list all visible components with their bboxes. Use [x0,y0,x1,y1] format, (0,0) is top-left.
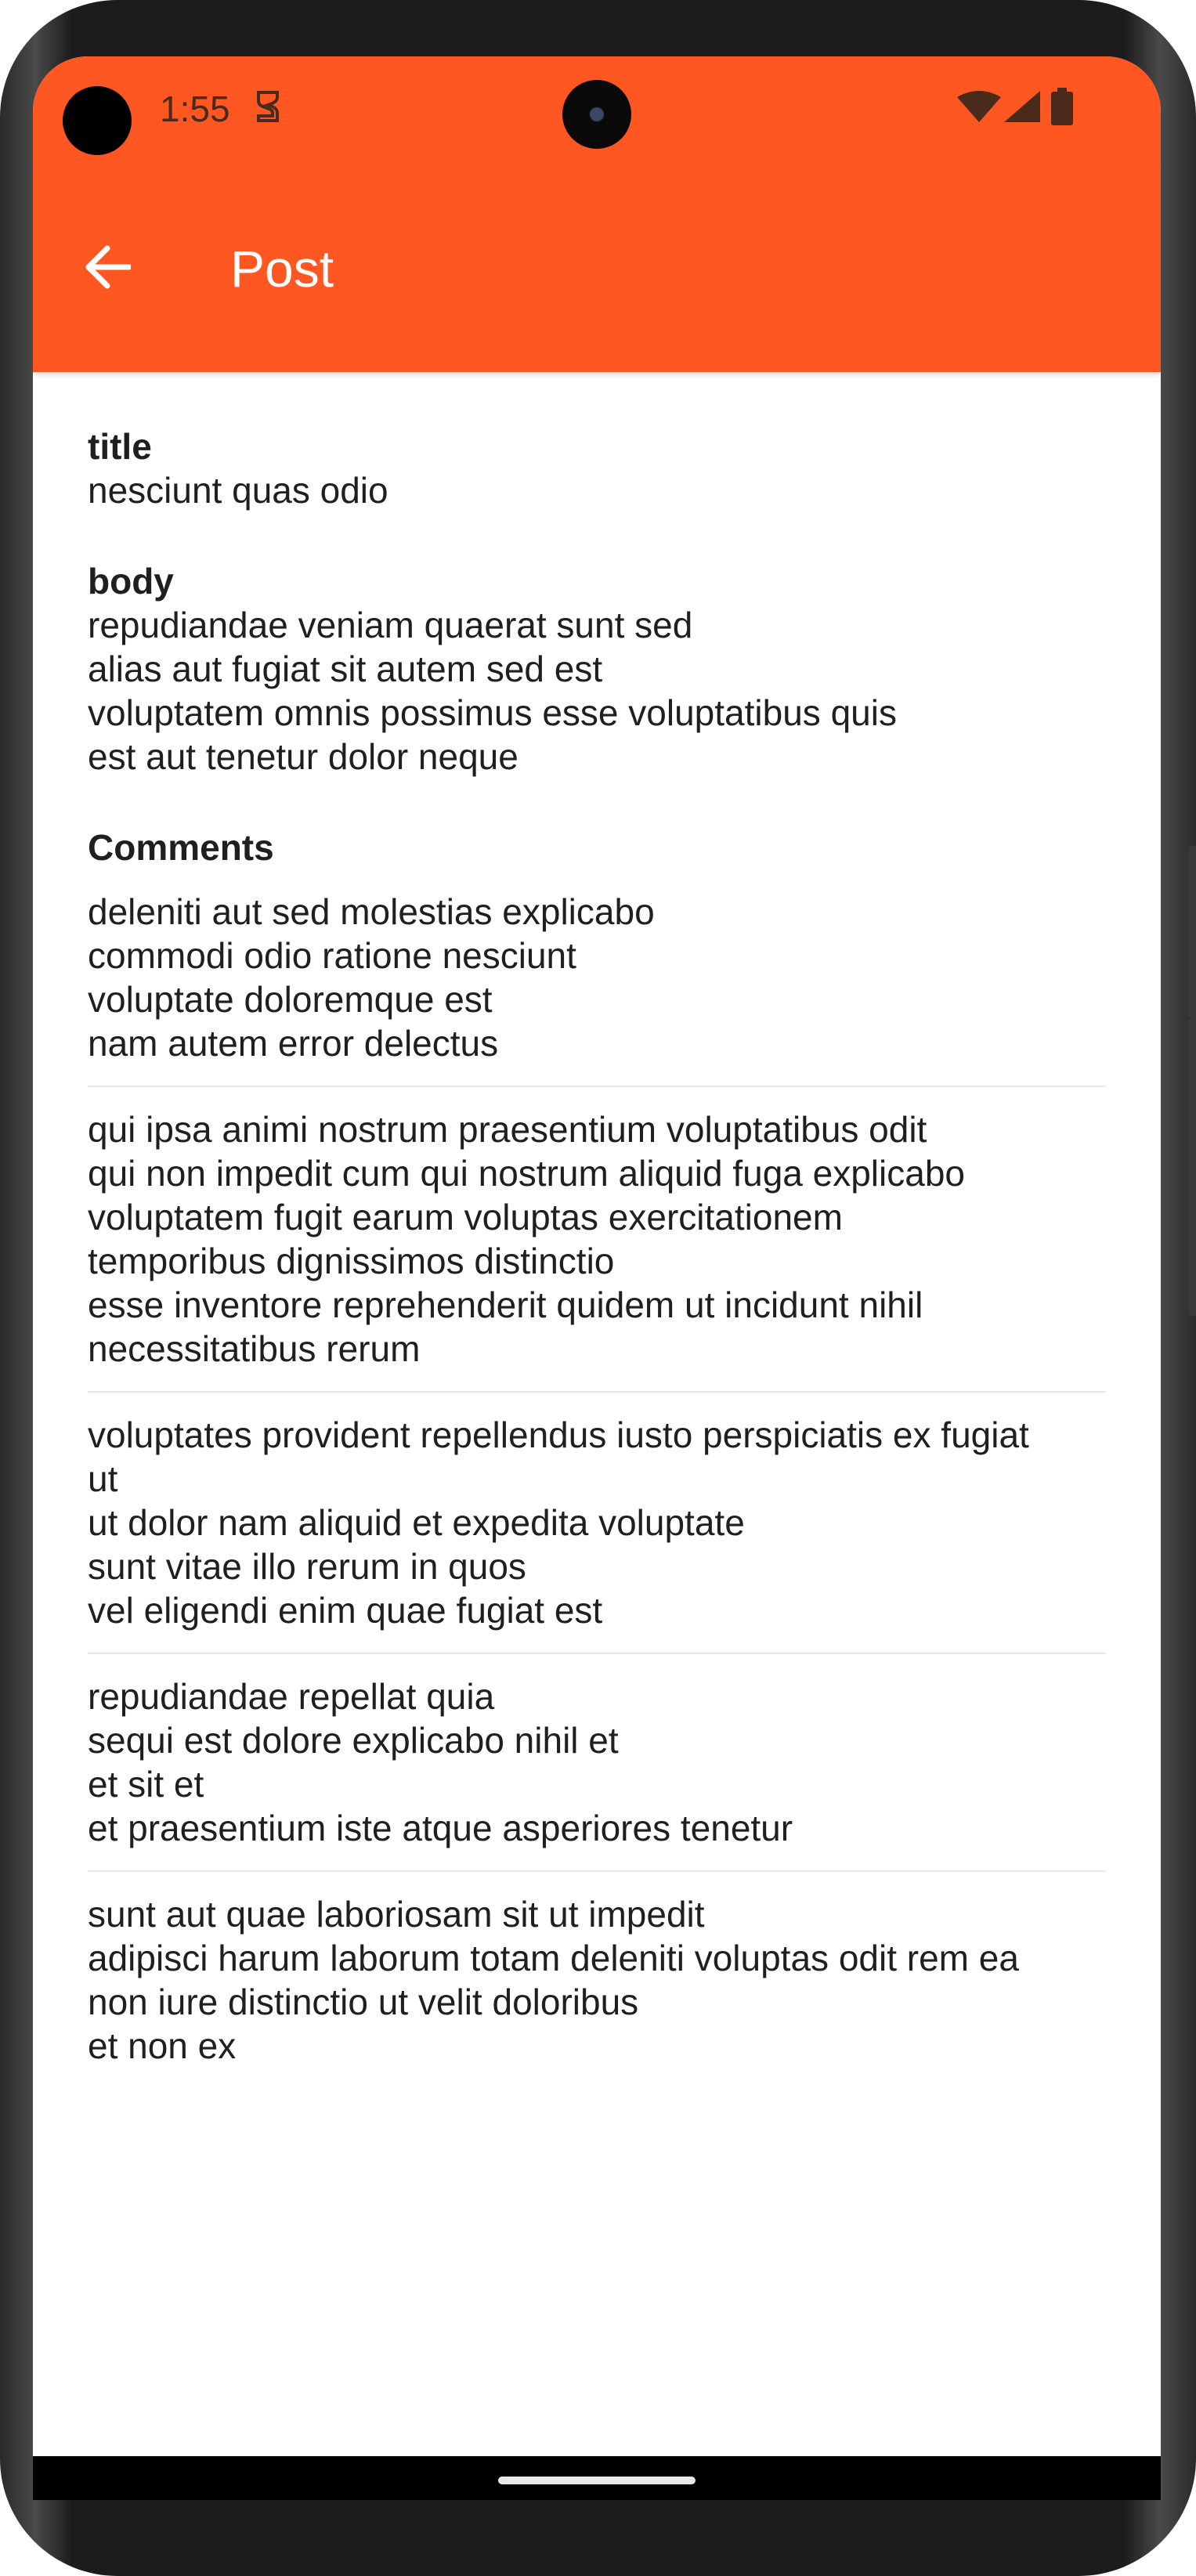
comment-line: et praesentium iste atque asperiores ten… [88,1808,793,1848]
back-button[interactable] [72,233,143,304]
body-label: body [88,561,174,602]
comment-line: nam autem error delectus [88,1023,499,1064]
comment-item: deleniti aut sed molestias explicabo com… [88,890,1106,1087]
comment-line: qui non impedit cum qui nostrum aliquid … [88,1153,965,1194]
comment-line: et sit et [88,1764,204,1805]
arrow-back-icon [84,245,132,293]
comment-line: deleniti aut sed molestias explicabo [88,891,655,932]
comment-line: non iure distinctio ut velit doloribus [88,1982,639,2022]
wifi-icon [957,91,1001,126]
comment-line: sunt aut quae laboriosam sit ut impedit [88,1894,705,1935]
comments-list: deleniti aut sed molestias explicabo com… [88,890,1106,2088]
comment-line: et non ex [88,2025,237,2066]
body-line: est aut tenetur dolor neque [88,736,519,777]
comment-line: necessitatibus rerum [88,1328,421,1369]
comment-item: qui ipsa animi nostrum praesentium volup… [88,1107,1106,1393]
comment-line: ut [88,1458,118,1499]
comment-line: temporibus dignissimos distinctio [88,1241,615,1281]
page-title: Post [230,240,334,298]
power-button [1188,1018,1196,1316]
notification-icon [252,88,284,129]
comment-line: qui ipsa animi nostrum praesentium volup… [88,1109,927,1150]
comment-line: vel eligendi enim quae fugiat est [88,1590,603,1631]
comment-line: repudiandae repellat quia [88,1676,495,1717]
comment-item: repudiandae repellat quia sequi est dolo… [88,1675,1106,1872]
comment-line: voluptatem fugit earum voluptas exercita… [88,1197,843,1237]
post-body-section: body repudiandae veniam quaerat sunt sed… [88,559,1106,779]
comment-item: voluptates provident repellendus iusto p… [88,1413,1106,1654]
navigation-bar [33,2456,1161,2500]
comment-line: sequi est dolore explicabo nihil et [88,1720,619,1761]
comment-line: sunt vitae illo rerum in quos [88,1546,526,1587]
comment-line: esse inventore reprehenderit quidem ut i… [88,1284,923,1325]
comment-line: adipisci harum laborum totam deleniti vo… [88,1938,1019,1978]
comment-line: ut dolor nam aliquid et expedita volupta… [88,1502,745,1543]
post-content: title nesciunt quas odio body repudianda… [88,425,1106,2108]
body-line: alias aut fugiat sit autem sed est [88,649,603,689]
signal-icon [1004,91,1040,126]
comment-line: voluptate doloremque est [88,979,493,1020]
status-bar: 1:55 [33,56,1161,168]
title-value: nesciunt quas odio [88,470,388,511]
home-gesture-handle[interactable] [498,2477,696,2484]
comment-line: voluptates provident repellendus iusto p… [88,1414,1029,1455]
post-title-section: title nesciunt quas odio [88,425,1106,512]
comment-item: sunt aut quae laboriosam sit ut impedit … [88,1892,1106,2088]
body-line: voluptatem omnis possimus esse voluptati… [88,692,897,733]
phone-frame: 1:55 Post title nesciunt quas odio body … [0,0,1196,2576]
camera-dot [63,86,132,155]
comments-heading: Comments [88,827,274,868]
front-camera [562,80,631,149]
comment-line: commodi odio ratione nesciunt [88,935,576,976]
body-line: repudiandae veniam quaerat sunt sed [88,605,693,645]
screen: 1:55 Post title nesciunt quas odio body … [33,56,1161,2500]
title-label: title [88,426,152,467]
battery-icon [1051,88,1073,129]
status-time: 1:55 [160,89,230,129]
app-bar: Post [33,168,1161,372]
volume-button [1188,846,1196,1018]
